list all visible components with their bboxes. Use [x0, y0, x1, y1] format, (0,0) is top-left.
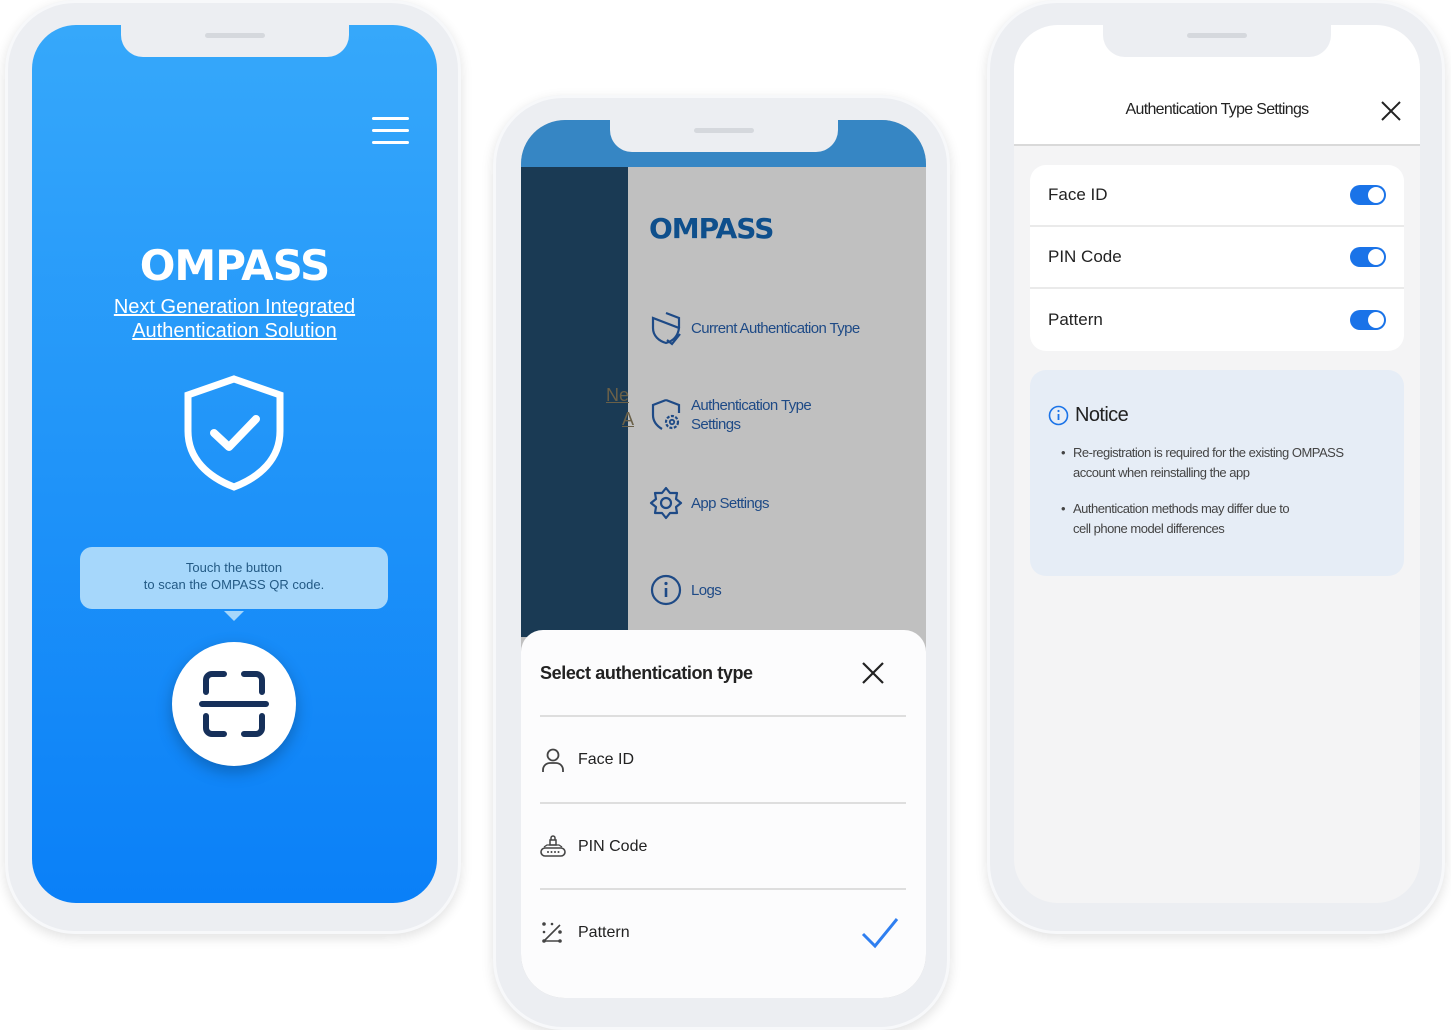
notch	[1103, 25, 1331, 57]
toggle-row-face-id: Face ID	[1030, 165, 1404, 227]
peek-text: Ne	[606, 385, 630, 405]
label-line: Settings	[691, 416, 741, 433]
shield-check-icon	[184, 375, 284, 491]
subtitle-line: Authentication Solution	[132, 320, 337, 342]
page-title: Authentication Type Settings	[1125, 101, 1310, 118]
menu-item-current-auth-type[interactable]: Current Authentication Type	[649, 310, 860, 346]
checkmark-icon	[861, 918, 899, 949]
menu-screen: Ne A OMPASS Current Authentication Type …	[521, 120, 926, 998]
close-icon[interactable]	[1380, 100, 1402, 122]
person-icon	[542, 748, 564, 772]
toggle-label: PIN Code	[1048, 247, 1122, 266]
close-icon[interactable]	[861, 661, 885, 685]
label-line: Authentication Type	[691, 397, 812, 414]
subtitle-line: Next Generation Integrated	[113, 296, 356, 318]
scan-qr-button[interactable]	[172, 642, 296, 766]
notch	[120, 25, 349, 57]
pin-keypad-icon	[540, 835, 566, 857]
qr-scan-icon	[199, 671, 269, 737]
notice-box: Notice Re-registration is required for t…	[1030, 370, 1404, 576]
info-icon	[1048, 405, 1069, 426]
notice-header: Notice	[1048, 404, 1386, 427]
notice-line: Re-registration is required for the exis…	[1073, 445, 1344, 460]
menu-item-label: App Settings	[691, 494, 769, 512]
toggle-label: Pattern	[1048, 310, 1103, 329]
menu-item-logs[interactable]: Logs	[649, 572, 722, 608]
app-logo: OMPASS	[139, 241, 331, 290]
notice-item: Authentication methods may differ due to…	[1061, 499, 1386, 539]
face-id-toggle[interactable]	[1350, 185, 1386, 205]
toggle-label: Face ID	[1048, 185, 1108, 204]
option-pin-code[interactable]: PIN Code	[540, 804, 906, 890]
auth-type-bottom-sheet: Select authentication type Face ID PIN C…	[521, 630, 926, 998]
tooltip-line: to scan the OMPASS QR code.	[143, 577, 325, 592]
notice-title: Notice	[1075, 404, 1129, 426]
scan-tooltip: Touch the button to scan the OMPASS QR co…	[80, 547, 388, 621]
pin-code-toggle[interactable]	[1350, 247, 1386, 267]
peek-text: A	[622, 409, 635, 429]
menu-item-label: Authentication Type Settings	[691, 396, 812, 434]
shield-gear-icon	[651, 398, 681, 430]
hamburger-icon[interactable]	[372, 117, 409, 145]
notice-line: account when reinstalling the app	[1073, 465, 1250, 480]
notice-line: cell phone model differences	[1073, 521, 1225, 536]
toggle-row-pattern: Pattern	[1030, 289, 1404, 351]
option-pattern[interactable]: Pattern	[540, 890, 906, 976]
toggle-row-pin-code: PIN Code	[1030, 227, 1404, 289]
option-label: Pattern	[578, 924, 630, 941]
menu-item-app-settings[interactable]: App Settings	[649, 485, 769, 521]
subtitle-link[interactable]: Next Generation Integrated Authenticatio…	[32, 295, 437, 343]
notch	[609, 120, 838, 152]
home-screen: OMPASS Next Generation Integrated Authen…	[32, 25, 437, 903]
notice-item: Re-registration is required for the exis…	[1061, 443, 1386, 483]
toggle-list: Face ID PIN Code Pattern	[1030, 165, 1404, 351]
option-face-id[interactable]: Face ID	[540, 717, 906, 803]
menu-item-auth-type-settings[interactable]: Authentication Type Settings	[649, 396, 812, 434]
settings-screen: Authentication Type Settings Face ID PIN…	[1014, 25, 1420, 903]
notice-line: Authentication methods may differ due to	[1073, 501, 1290, 516]
option-label: PIN Code	[578, 838, 648, 855]
tooltip-line: Touch the button	[185, 560, 283, 575]
pattern-icon	[542, 922, 562, 943]
drawer-logo: OMPASS	[649, 212, 774, 245]
sheet-title: Select authentication type	[540, 663, 753, 683]
menu-item-label: Logs	[691, 581, 722, 599]
shield-check-icon	[651, 311, 681, 346]
pattern-toggle[interactable]	[1350, 310, 1386, 330]
info-icon	[650, 574, 682, 606]
menu-item-label: Current Authentication Type	[691, 319, 860, 337]
dimmed-overlay[interactable]: Ne A	[521, 167, 634, 637]
option-label: Face ID	[578, 751, 635, 768]
gear-icon	[649, 486, 683, 520]
